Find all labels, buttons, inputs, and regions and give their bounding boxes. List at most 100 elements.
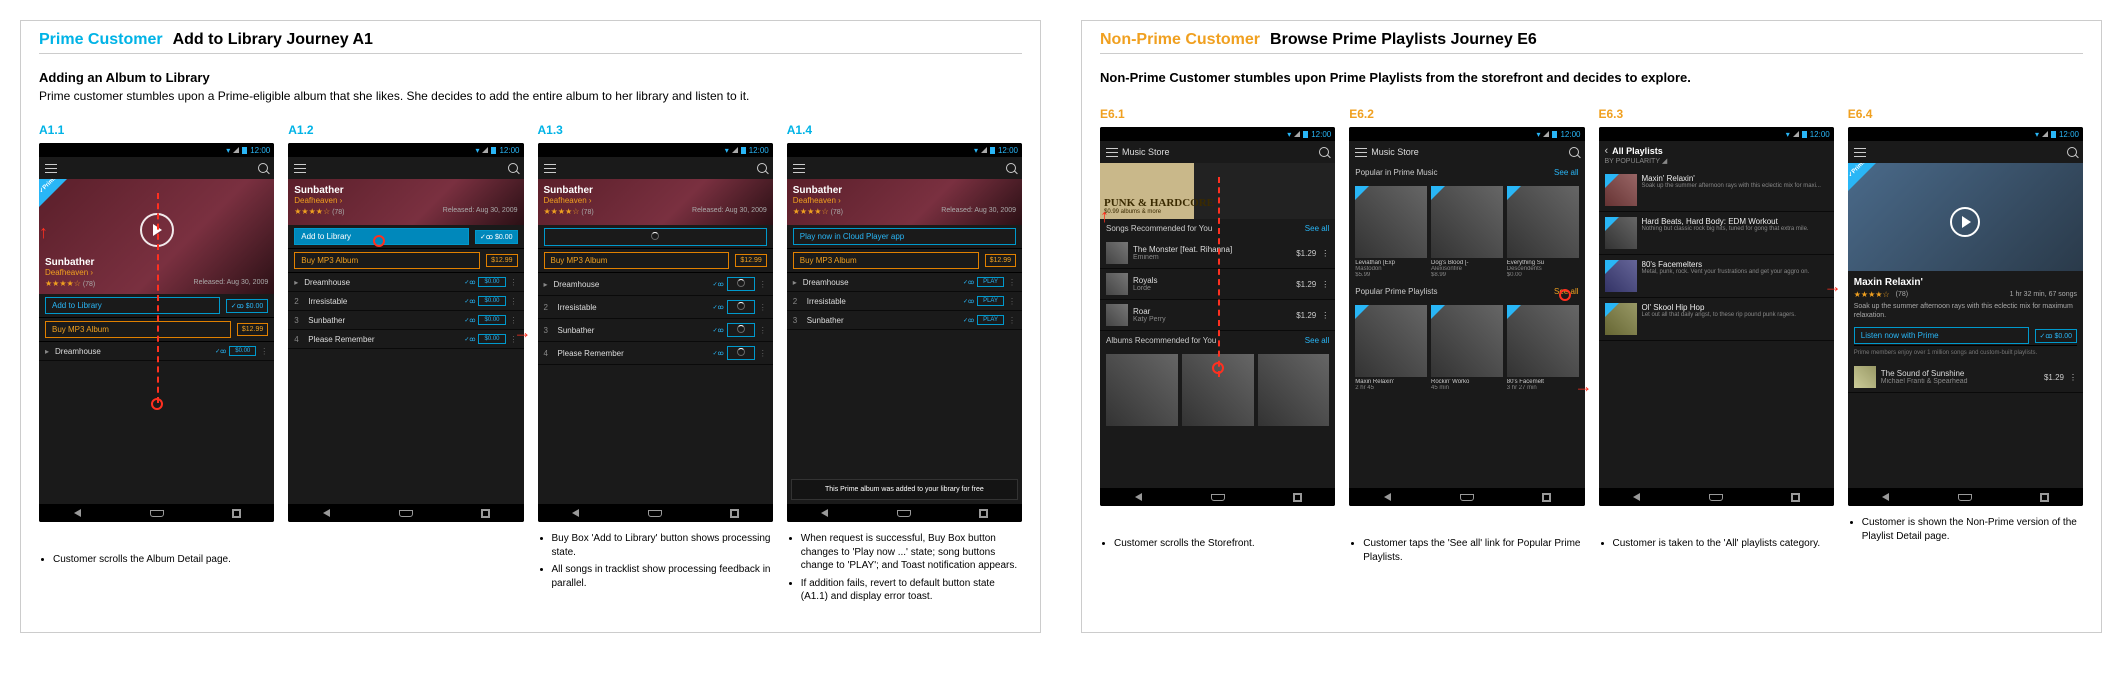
- menu-icon[interactable]: [294, 164, 306, 173]
- android-navbar: [538, 504, 773, 522]
- android-navbar: [288, 504, 523, 522]
- recommended-song-row[interactable]: The Sound of SunshineMichael Franti & Sp…: [1848, 362, 2083, 393]
- signal-icon: [1543, 131, 1549, 137]
- album-card[interactable]: Dog's Blood [-Alexisonfire$8.99: [1431, 186, 1503, 278]
- prime-badge-icon: ✓ꝏ: [215, 348, 226, 355]
- battery-icon: [990, 147, 995, 154]
- search-icon[interactable]: [2067, 147, 2077, 157]
- add-to-library-button[interactable]: Add to Library: [45, 297, 220, 314]
- track-price-button[interactable]: $0.00: [229, 346, 256, 356]
- playlist-row[interactable]: Hard Beats, Hard Body: EDM WorkoutNothin…: [1599, 212, 1834, 255]
- overflow-icon[interactable]: ⋮: [260, 347, 268, 356]
- album-price: $12.99: [985, 254, 1016, 267]
- screen-notes: Customer scrolls the Storefront.: [1100, 537, 1335, 555]
- menu-icon[interactable]: [544, 164, 556, 173]
- journey-header: Prime Customer Add to Library Journey A1: [39, 31, 1022, 54]
- search-icon[interactable]: [757, 163, 767, 173]
- price-badge: ✓ꝏ $0.00: [475, 230, 517, 244]
- playlist-card[interactable]: 80's Facemelt3 hr 27 min: [1507, 305, 1579, 391]
- android-navbar: [1100, 488, 1335, 506]
- track-row[interactable]: 3Sunbather✓ꝏPLAY⋮: [787, 311, 1022, 330]
- search-icon[interactable]: [1006, 163, 1016, 173]
- screen-id: A1.4: [787, 123, 1022, 137]
- playlist-card[interactable]: Rockin' Worko45 min: [1431, 305, 1503, 391]
- playlist-row[interactable]: 80's FacemeltersMetal, punk, rock. Vent …: [1599, 255, 1834, 298]
- battery-icon: [741, 147, 746, 154]
- journey-description: Non-Prime Customer stumbles upon Prime P…: [1100, 70, 2083, 85]
- prime-sash-icon: [39, 179, 67, 207]
- track-row[interactable]: 2Irresistable✓ꝏ$0.00⋮: [288, 292, 523, 311]
- screen-notes: Customer taps the 'See all' link for Pop…: [1349, 537, 1584, 568]
- search-icon[interactable]: [1569, 147, 1579, 157]
- menu-icon[interactable]: [45, 164, 57, 173]
- recent-icon[interactable]: [233, 510, 240, 517]
- signal-icon: [233, 147, 239, 153]
- phone-mock: ▾12:00 Music Store PUNK & HARDCORE$0.99 …: [1100, 127, 1335, 506]
- play-button[interactable]: [1950, 207, 1980, 237]
- card-row: Leviathan [ExpMastodon$5.99 Dog's Blood …: [1349, 182, 1584, 282]
- annotation-circle: [1559, 289, 1571, 301]
- play-now-button[interactable]: Play now in Cloud Player app: [793, 228, 1016, 245]
- price-badge: ✓ꝏ $0.00: [226, 299, 268, 313]
- album-card[interactable]: Leviathan [ExpMastodon$5.99: [1355, 186, 1427, 278]
- song-price-button[interactable]: $1.29: [2044, 373, 2064, 382]
- see-all-link[interactable]: See all: [1305, 336, 1329, 345]
- buy-album-button[interactable]: Buy MP3 Album: [45, 321, 231, 338]
- home-icon[interactable]: [150, 510, 164, 517]
- buy-album-button[interactable]: Buy MP3 Album: [294, 252, 480, 269]
- status-bar: ▾12:00: [1349, 127, 1584, 141]
- journey-nonprime: Non-Prime Customer Browse Prime Playlist…: [1081, 20, 2102, 633]
- play-icon[interactable]: ▸: [45, 347, 55, 356]
- menu-icon[interactable]: [1355, 148, 1367, 157]
- back-icon[interactable]: [74, 509, 81, 517]
- signal-icon: [2042, 131, 2048, 137]
- screen-id: E6.3: [1599, 107, 1834, 121]
- rating-count: (78): [1896, 291, 1908, 298]
- screen-column: E6.3 ▾12:00 ‹All Playlists BY POPULARITY…: [1599, 107, 1834, 568]
- song-price-button[interactable]: $1.29: [1296, 249, 1316, 258]
- phone-mock: ▾12:00 Sunbather Deafheaven › ★★★★☆ (78)…: [538, 143, 773, 522]
- playlist-row[interactable]: Maxin' Relaxin'Soak up the summer aftern…: [1599, 169, 1834, 212]
- track-row[interactable]: ▸Dreamhouse✓ꝏ$0.00⋮: [288, 273, 523, 292]
- menu-icon[interactable]: [793, 164, 805, 173]
- clock: 12:00: [2059, 130, 2079, 139]
- screen-id: E6.4: [1848, 107, 2083, 121]
- see-all-link[interactable]: See all: [1554, 168, 1578, 177]
- playlist-row[interactable]: Ol' Skool Hip HopLet out all that daily …: [1599, 298, 1834, 341]
- screen-column: E6.4 ▾12:00 Maxin Relaxin' ★★★★☆(78)1 hr…: [1848, 107, 2083, 568]
- search-icon[interactable]: [508, 163, 518, 173]
- card-row: Maxin Relaxin'2 hr 45 Rockin' Worko45 mi…: [1349, 301, 1584, 395]
- signal-icon: [1294, 131, 1300, 137]
- menu-icon[interactable]: [1106, 148, 1118, 157]
- journey-description: Prime customer stumbles upon a Prime-eli…: [39, 89, 1022, 103]
- screen-id: A1.3: [538, 123, 773, 137]
- buy-album-button[interactable]: Buy MP3 Album: [544, 252, 730, 269]
- rating-stars-icon: ★★★★☆: [294, 207, 330, 216]
- playlist-card[interactable]: Maxin Relaxin'2 hr 45: [1355, 305, 1427, 391]
- playlist-length: 1 hr 32 min, 67 songs: [2010, 291, 2077, 298]
- album-card[interactable]: Everything SuDescendents$0.00: [1507, 186, 1579, 278]
- screen-notes: Customer is taken to the 'All' playlists…: [1599, 537, 1834, 555]
- buy-album-button[interactable]: Buy MP3 Album: [793, 252, 979, 269]
- battery-icon: [242, 147, 247, 154]
- track-row[interactable]: 3Sunbather✓ꝏ$0.00⋮: [288, 311, 523, 330]
- track-play-button[interactable]: PLAY: [977, 277, 1004, 287]
- search-icon[interactable]: [1319, 147, 1329, 157]
- track-row[interactable]: ▸Dreamhouse✓ꝏPLAY⋮: [787, 273, 1022, 292]
- track-row[interactable]: 4Please Remember✓ꝏ$0.00⋮: [288, 330, 523, 349]
- app-bar: [538, 157, 773, 179]
- search-icon[interactable]: [258, 163, 268, 173]
- wifi-icon: ▾: [226, 146, 230, 155]
- album-price: $12.99: [237, 323, 268, 336]
- track-row[interactable]: 2Irresistable✓ꝏPLAY⋮: [787, 292, 1022, 311]
- album-price: $12.99: [735, 254, 766, 267]
- clock: 12:00: [998, 146, 1018, 155]
- status-bar: ▾12:00: [787, 143, 1022, 157]
- menu-icon[interactable]: [1854, 148, 1866, 157]
- listen-prime-button[interactable]: Listen now with Prime: [1854, 327, 2029, 344]
- section-header: Popular in Prime MusicSee all: [1349, 163, 1584, 182]
- back-icon[interactable]: ‹: [1605, 145, 1609, 157]
- sort-label[interactable]: BY POPULARITY ◢: [1605, 157, 1828, 165]
- status-bar: ▾12:00: [538, 143, 773, 157]
- annotation-arrow-icon: ↑: [1100, 206, 1335, 227]
